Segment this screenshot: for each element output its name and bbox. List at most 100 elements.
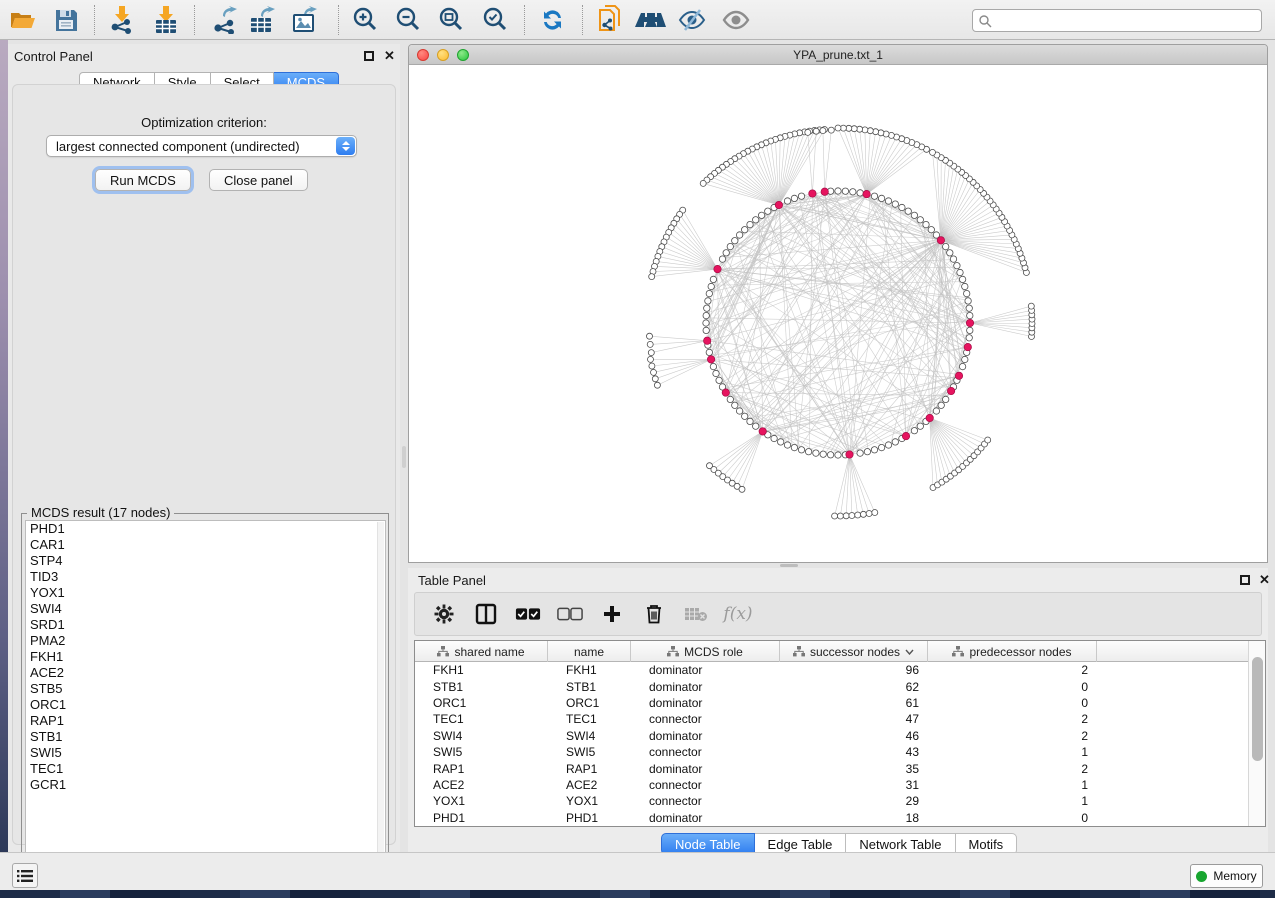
- zoom-out-icon[interactable]: [391, 5, 425, 35]
- mcds-result-item[interactable]: SWI5: [26, 745, 385, 761]
- graph-leaf-node: [828, 127, 834, 133]
- open-file-icon[interactable]: [6, 5, 40, 35]
- unselect-all-columns-icon[interactable]: [557, 601, 583, 627]
- hide-selected-eye-icon[interactable]: [675, 5, 709, 35]
- graph-hub-node[interactable]: [809, 190, 816, 197]
- graph-hub-node[interactable]: [966, 319, 973, 326]
- network-canvas[interactable]: [409, 65, 1267, 562]
- mcds-result-item[interactable]: RAP1: [26, 713, 385, 729]
- table-row[interactable]: ORC1ORC1dominator610: [415, 695, 1248, 711]
- export-network-icon[interactable]: [208, 5, 242, 35]
- column-header-name[interactable]: name: [548, 641, 631, 662]
- mcds-result-item[interactable]: STB5: [26, 681, 385, 697]
- graph-hub-node[interactable]: [902, 432, 909, 439]
- splitter-grip[interactable]: [780, 564, 798, 567]
- column-header-predecessor-nodes[interactable]: predecessor nodes: [928, 641, 1097, 662]
- clone-network-icon[interactable]: [594, 5, 628, 35]
- table-row[interactable]: SWI4SWI4dominator462: [415, 728, 1248, 744]
- scrollbar-thumb[interactable]: [1252, 657, 1263, 761]
- import-table-icon[interactable]: [149, 5, 183, 35]
- mcds-result-item[interactable]: TID3: [26, 569, 385, 585]
- mcds-result-item[interactable]: ACE2: [26, 665, 385, 681]
- graph-hub-node[interactable]: [714, 265, 721, 272]
- graph-hub-node[interactable]: [964, 343, 971, 350]
- show-column-icon[interactable]: [473, 601, 499, 627]
- graph-hub-node[interactable]: [775, 201, 782, 208]
- network-window-titlebar[interactable]: YPA_prune.txt_1: [409, 45, 1267, 65]
- import-network-icon[interactable]: [105, 5, 139, 35]
- graph-hub-node[interactable]: [863, 190, 870, 197]
- export-image-icon[interactable]: [288, 5, 322, 35]
- graph-node: [736, 232, 742, 238]
- search-field[interactable]: [972, 9, 1262, 32]
- zoom-selected-icon[interactable]: [478, 5, 512, 35]
- graph-hub-node[interactable]: [947, 387, 954, 394]
- column-header-MCDS-role[interactable]: MCDS role: [631, 641, 780, 662]
- select-all-columns-icon[interactable]: [515, 601, 541, 627]
- show-panel-list-button[interactable]: [12, 863, 38, 888]
- mcds-result-item[interactable]: PHD1: [26, 521, 385, 537]
- vertical-splitter[interactable]: [400, 44, 408, 852]
- graph-node: [771, 435, 777, 441]
- graph-hub-node[interactable]: [722, 389, 729, 396]
- float-panel-icon[interactable]: [1240, 575, 1250, 585]
- mcds-result-item[interactable]: ORC1: [26, 697, 385, 713]
- splitter-grip[interactable]: [402, 446, 406, 468]
- close-panel-button[interactable]: Close panel: [209, 169, 308, 191]
- optimization-criterion-select[interactable]: largest connected component (undirected): [46, 135, 357, 157]
- column-header-successor-nodes[interactable]: successor nodes: [780, 641, 928, 662]
- table-row[interactable]: RAP1RAP1dominator352: [415, 760, 1248, 776]
- mcds-result-item[interactable]: SRD1: [26, 617, 385, 633]
- column-header-shared-name[interactable]: shared name: [415, 641, 548, 662]
- graph-node: [850, 189, 856, 195]
- graph-node: [732, 402, 738, 408]
- close-panel-icon[interactable]: ✕: [1259, 572, 1270, 588]
- refresh-view-icon[interactable]: [536, 5, 570, 35]
- list-icon: [17, 869, 33, 883]
- graph-hub-node[interactable]: [937, 237, 944, 244]
- mcds-result-item[interactable]: FKH1: [26, 649, 385, 665]
- first-neighbors-icon[interactable]: [633, 5, 667, 35]
- mcds-result-item[interactable]: TEC1: [26, 761, 385, 777]
- mcds-result-item[interactable]: YOX1: [26, 585, 385, 601]
- create-column-plus-icon[interactable]: [599, 601, 625, 627]
- table-settings-gear-icon[interactable]: [431, 601, 457, 627]
- table-row[interactable]: ACE2ACE2connector311: [415, 777, 1248, 793]
- graph-hub-node[interactable]: [846, 451, 853, 458]
- export-table-icon[interactable]: [245, 5, 279, 35]
- zoom-in-icon[interactable]: [348, 5, 382, 35]
- mcds-result-item[interactable]: CAR1: [26, 537, 385, 553]
- graph-hub-node[interactable]: [926, 414, 933, 421]
- memory-button[interactable]: Memory: [1190, 864, 1263, 888]
- zoom-fit-icon[interactable]: [434, 5, 468, 35]
- mcds-result-item[interactable]: GCR1: [26, 777, 385, 793]
- mcds-result-item[interactable]: PMA2: [26, 633, 385, 649]
- table-row[interactable]: YOX1YOX1connector291: [415, 793, 1248, 809]
- mcds-result-item[interactable]: STP4: [26, 553, 385, 569]
- mcds-result-item[interactable]: STB1: [26, 729, 385, 745]
- search-input[interactable]: [992, 14, 1261, 28]
- table-row[interactable]: STB1STB1dominator620: [415, 678, 1248, 694]
- float-panel-icon[interactable]: [364, 51, 374, 61]
- mcds-result-list[interactable]: PHD1CAR1STP4TID3YOX1SWI4SRD1PMA2FKH1ACE2…: [25, 520, 386, 876]
- sort-desc-icon: [905, 649, 914, 655]
- run-mcds-button[interactable]: Run MCDS: [95, 169, 191, 191]
- graph-hub-node[interactable]: [955, 372, 962, 379]
- column-type-icon: [793, 646, 805, 657]
- save-session-icon[interactable]: [49, 5, 83, 35]
- network-graph[interactable]: [409, 65, 1267, 562]
- delete-column-trash-icon[interactable]: [641, 601, 667, 627]
- table-row[interactable]: PHD1PHD1dominator180: [415, 810, 1248, 826]
- graph-hub-node[interactable]: [759, 428, 766, 435]
- graph-hub-node[interactable]: [707, 356, 714, 363]
- graph-hub-node[interactable]: [704, 337, 711, 344]
- mcds-result-item[interactable]: SWI4: [26, 601, 385, 617]
- table-scrollbar[interactable]: [1248, 641, 1265, 826]
- close-panel-icon[interactable]: ✕: [384, 48, 395, 64]
- show-all-eye-icon[interactable]: [719, 5, 753, 35]
- table-row[interactable]: SWI5SWI5connector431: [415, 744, 1248, 760]
- table-row[interactable]: TEC1TEC1connector472: [415, 711, 1248, 727]
- table-row[interactable]: FKH1FKH1dominator962: [415, 662, 1248, 678]
- graph-hub-node[interactable]: [821, 188, 828, 195]
- mcds-list-scrollbar[interactable]: [377, 522, 384, 876]
